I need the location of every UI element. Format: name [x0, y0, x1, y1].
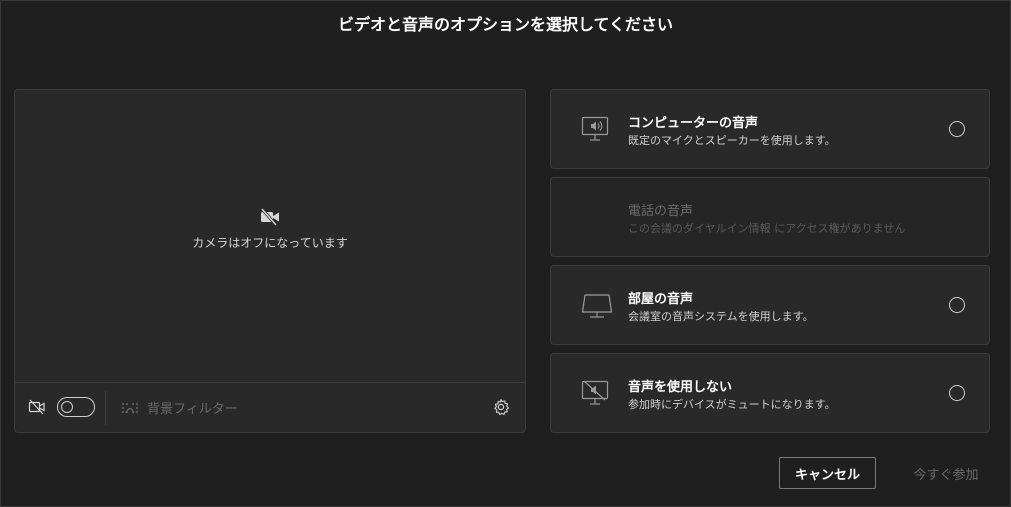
- option-radio[interactable]: [949, 385, 965, 401]
- toolbar-divider: [105, 391, 106, 425]
- gear-icon[interactable]: [492, 398, 510, 420]
- option-title: 電話の音声: [628, 204, 694, 219]
- option-radio[interactable]: [949, 297, 965, 313]
- computer-audio-icon: [581, 116, 609, 146]
- background-filter-button[interactable]: 背景フィルター: [147, 398, 238, 417]
- audio-option-none[interactable]: 音声を使用しない 参加時にデバイスがミュートになります。: [550, 353, 990, 433]
- toggle-knob: [61, 401, 73, 413]
- video-off-icon: [28, 399, 46, 419]
- join-options-dialog: ビデオと音声のオプションを選択してください カメラはオフになっています 背景フィ…: [0, 0, 1011, 507]
- option-title: コンピューターの音声: [628, 116, 759, 131]
- option-radio[interactable]: [949, 121, 965, 137]
- option-description: この会議のダイヤルイン情報 にアクセス権がありません: [628, 222, 906, 235]
- preview-toolbar: 背景フィルター: [15, 382, 525, 432]
- join-now-button[interactable]: 今すぐ参加: [891, 457, 1001, 489]
- option-description: 会議室の音声システムを使用します。: [628, 310, 814, 323]
- audio-option-computer[interactable]: コンピューターの音声 既定のマイクとスピーカーを使用します。: [550, 89, 990, 169]
- camera-toggle[interactable]: [57, 397, 95, 417]
- video-preview: カメラはオフになっています 背景フィルター: [14, 89, 526, 433]
- camera-status-text: カメラはオフになっています: [192, 236, 348, 250]
- audio-option-phone: 電話の音声 この会議のダイヤルイン情報 にアクセス権がありません: [550, 177, 990, 257]
- video-off-icon: [259, 208, 281, 226]
- camera-off-placeholder: カメラはオフになっています: [15, 208, 525, 251]
- background-blur-icon: [121, 400, 139, 419]
- option-description: 既定のマイクとスピーカーを使用します。: [628, 134, 836, 147]
- room-audio-icon: [581, 292, 613, 324]
- cancel-button[interactable]: キャンセル: [779, 457, 876, 489]
- audio-option-room[interactable]: 部屋の音声 会議室の音声システムを使用します。: [550, 265, 990, 345]
- dialog-title: ビデオと音声のオプションを選択してください: [337, 15, 674, 34]
- option-title: 部屋の音声: [628, 292, 694, 307]
- option-description: 参加時にデバイスがミュートになります。: [628, 398, 836, 411]
- no-audio-icon: [581, 380, 609, 410]
- audio-options-list: コンピューターの音声 既定のマイクとスピーカーを使用します。 電話の音声 この会…: [550, 89, 990, 441]
- option-title: 音声を使用しない: [628, 380, 733, 395]
